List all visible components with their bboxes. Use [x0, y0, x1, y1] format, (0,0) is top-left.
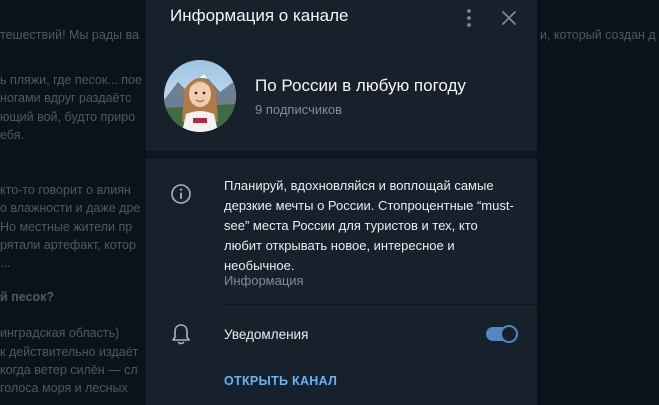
close-icon[interactable] — [497, 6, 521, 30]
channel-profile: По России в любую погоду 9 подписчиков — [146, 52, 537, 148]
more-vertical-icon[interactable] — [457, 6, 481, 30]
channel-info-modal: Информация о канале По России в любую по… — [146, 0, 537, 405]
info-icon — [170, 183, 192, 205]
notifications-toggle[interactable] — [486, 325, 518, 343]
open-channel-button[interactable]: ОТКРЫТЬ КАНАЛ — [224, 374, 337, 388]
section-separator — [146, 151, 537, 159]
bell-icon — [170, 322, 192, 346]
modal-header: Информация о канале — [146, 0, 537, 36]
description-label: Информация — [224, 273, 304, 288]
row-divider — [224, 304, 537, 305]
channel-avatar[interactable] — [164, 60, 236, 132]
subscriber-count: 9 подписчиков — [255, 102, 343, 117]
notifications-label: Уведомления — [224, 327, 309, 342]
toggle-knob — [500, 325, 518, 343]
channel-description: Планируй, вдохновляйся и воплощай самые … — [224, 178, 514, 273]
modal-title: Информация о канале — [170, 6, 349, 25]
channel-name: По России в любую погоду — [255, 76, 466, 95]
